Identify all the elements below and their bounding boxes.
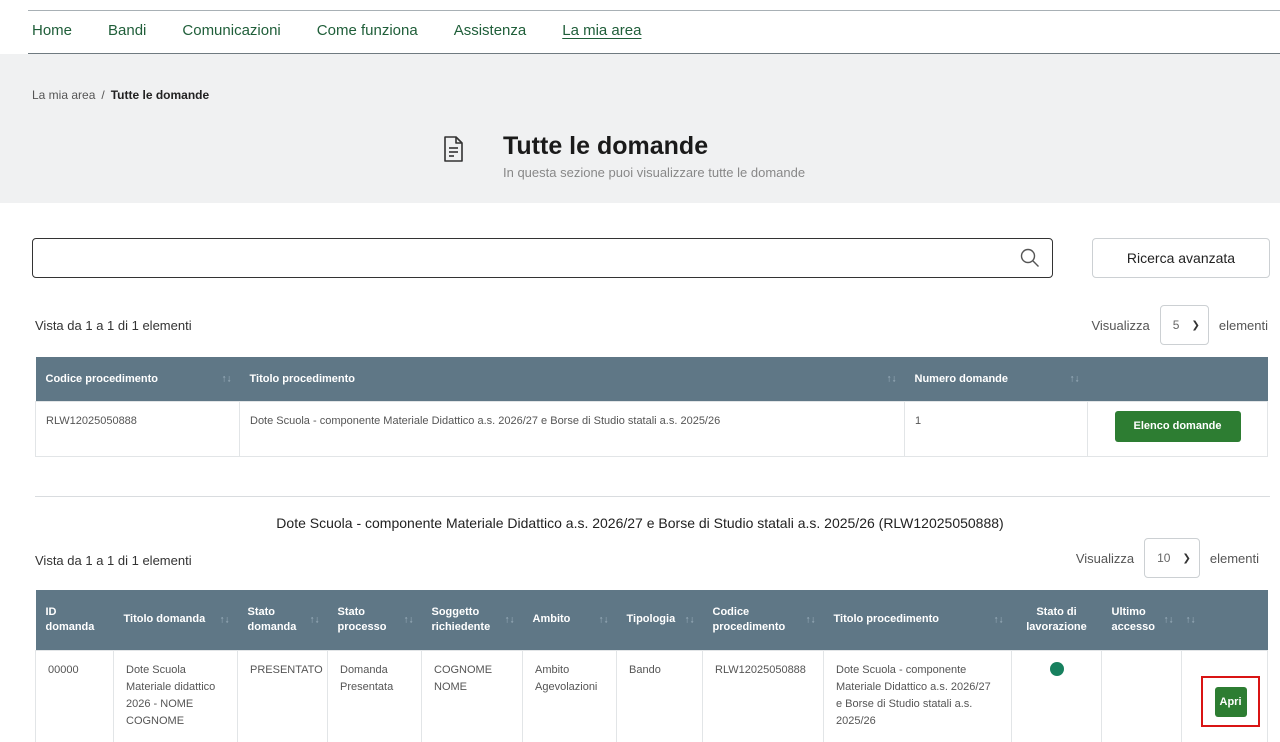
page-size-prefix: Visualizza	[1075, 550, 1135, 566]
col-actions: ↑↓	[1181, 590, 1268, 650]
page-size-select[interactable]: 5 ❯	[1159, 305, 1209, 345]
search-input[interactable]	[32, 238, 1053, 278]
cell-titolo-domanda: Dote Scuola Materiale didattico 2026 - N…	[113, 649, 238, 742]
sort-icon[interactable]: ↑↓	[220, 612, 230, 627]
sort-icon[interactable]: ↑↓	[505, 612, 515, 627]
sort-icon[interactable]: ↑↓	[1070, 373, 1080, 384]
nav-come-funziona[interactable]: Come funziona	[317, 22, 418, 44]
cell-stato-lavorazione	[1011, 649, 1102, 742]
col-codice-procedimento[interactable]: Codice procedimento ↑↓	[702, 590, 824, 650]
col-titolo-procedimento[interactable]: Titolo procedimento ↑↓	[239, 357, 905, 401]
col-stato-domanda[interactable]: Stato domanda ↑↓	[237, 590, 328, 650]
col-actions	[1087, 357, 1268, 401]
cell-stato-domanda: PRESENTATO	[237, 649, 328, 742]
document-icon	[444, 136, 463, 162]
main-nav: Home Bandi Comunicazioni Come funziona A…	[32, 22, 677, 44]
chevron-down-icon: ❯	[1191, 319, 1200, 331]
sort-icon[interactable]: ↑↓	[1186, 612, 1196, 627]
section-divider	[35, 496, 1270, 497]
sort-icon[interactable]: ↑↓	[806, 612, 816, 627]
table-header-row: Codice procedimento ↑↓ Titolo procediment…	[35, 357, 1268, 401]
col-ambito[interactable]: Ambito ↑↓	[522, 590, 617, 650]
sort-icon[interactable]: ↑↓	[599, 612, 609, 627]
cell-codice: RLW12025050888	[702, 649, 824, 742]
nav-bandi[interactable]: Bandi	[108, 22, 146, 44]
sort-icon[interactable]: ↑↓	[1164, 612, 1174, 627]
breadcrumb-current: Tutte le domande	[110, 88, 210, 102]
top-border	[28, 10, 1280, 11]
page-size-prefix: Visualizza	[1091, 317, 1150, 333]
page-size-value: 10	[1157, 551, 1171, 565]
cell-numero: 1	[904, 400, 1088, 457]
cell-codice: RLW12025050888	[35, 400, 240, 457]
breadcrumb-separator: /	[101, 88, 105, 102]
search-icon[interactable]	[1020, 248, 1040, 268]
col-titolo-procedimento[interactable]: Titolo procedimento ↑↓	[823, 590, 1012, 650]
cell-tipologia: Bando	[616, 649, 703, 742]
table2-count: Vista da 1 a 1 di 1 elementi	[35, 553, 192, 568]
procedimenti-table: Codice procedimento ↑↓ Titolo procediment…	[35, 357, 1268, 457]
col-numero-domande[interactable]: Numero domande ↑↓	[904, 357, 1088, 401]
cell-ultimo-accesso	[1101, 649, 1182, 742]
col-codice-procedimento[interactable]: Codice procedimento ↑↓	[35, 357, 240, 401]
page-size-select[interactable]: 10 ❯	[1144, 538, 1200, 578]
elenco-domande-button[interactable]: Elenco domande	[1114, 410, 1241, 442]
table-row: RLW12025050888 Dote Scuola - componente …	[35, 400, 1268, 457]
chevron-down-icon: ❯	[1182, 552, 1191, 564]
col-id-domanda[interactable]: ID domanda	[35, 590, 114, 650]
status-dot-icon	[1049, 661, 1064, 676]
col-tipologia[interactable]: Tipologia ↑↓	[616, 590, 703, 650]
page-subtitle: In questa sezione puoi visualizzare tutt…	[503, 165, 806, 180]
breadcrumb: La mia area / Tutte le domande	[32, 88, 209, 102]
nav-comunicazioni[interactable]: Comunicazioni	[182, 22, 280, 44]
col-titolo-domanda[interactable]: Titolo domanda ↑↓	[113, 590, 238, 650]
apri-button[interactable]: Apri	[1214, 686, 1247, 717]
domande-table: ID domanda Titolo domanda ↑↓ Stato domand…	[35, 590, 1268, 742]
nav-home[interactable]: Home	[32, 22, 72, 44]
col-stato-processo[interactable]: Stato processo ↑↓	[327, 590, 422, 650]
page-size-suffix: elementi	[1209, 550, 1259, 566]
col-ultimo-accesso[interactable]: Ultimo accesso ↑↓	[1101, 590, 1182, 650]
col-stato-lavorazione[interactable]: Stato di lavorazione	[1011, 590, 1102, 650]
cell-stato-processo: Domanda Presentata	[327, 649, 422, 742]
col-soggetto-richiedente[interactable]: Soggetto richiedente ↑↓	[421, 590, 523, 650]
table-row: 00000 Dote Scuola Materiale didattico 20…	[35, 649, 1268, 742]
advanced-search-button[interactable]: Ricerca avanzata	[1092, 238, 1270, 278]
cell-ambito: Ambito Agevolazioni	[522, 649, 617, 742]
table1-page-size: Visualizza 5 ❯ elementi	[1091, 305, 1268, 345]
table2-page-size: Visualizza 10 ❯ elementi	[1076, 538, 1259, 578]
cell-titolo-procedimento: Dote Scuola - componente Materiale Didat…	[823, 649, 1012, 742]
table1-count: Vista da 1 a 1 di 1 elementi	[35, 318, 192, 333]
sort-icon[interactable]: ↑↓	[994, 612, 1004, 627]
cell-soggetto: COGNOME NOME	[421, 649, 523, 742]
page-size-suffix: elementi	[1218, 317, 1268, 333]
breadcrumb-la-mia-area[interactable]: La mia area	[32, 88, 95, 102]
section-title: Dote Scuola - componente Materiale Didat…	[276, 515, 1004, 531]
sort-icon[interactable]: ↑↓	[887, 373, 897, 384]
nav-assistenza[interactable]: Assistenza	[454, 22, 527, 44]
page-size-value: 5	[1172, 318, 1180, 332]
cell-action: Elenco domande	[1087, 400, 1268, 457]
page-title: Tutte le domande	[503, 132, 709, 160]
apri-highlight: Apri	[1201, 676, 1260, 727]
table-header-row: ID domanda Titolo domanda ↑↓ Stato domand…	[35, 590, 1268, 650]
sort-icon[interactable]: ↑↓	[404, 612, 414, 627]
sort-icon[interactable]: ↑↓	[685, 612, 695, 627]
cell-titolo: Dote Scuola - componente Materiale Didat…	[239, 400, 905, 457]
sort-icon[interactable]: ↑↓	[310, 612, 320, 627]
cell-id: 00000	[35, 649, 114, 742]
nav-la-mia-area[interactable]: La mia area	[562, 22, 641, 44]
page-header: La mia area / Tutte le domande Tutte le do…	[0, 54, 1280, 203]
sort-icon[interactable]: ↑↓	[222, 373, 232, 384]
